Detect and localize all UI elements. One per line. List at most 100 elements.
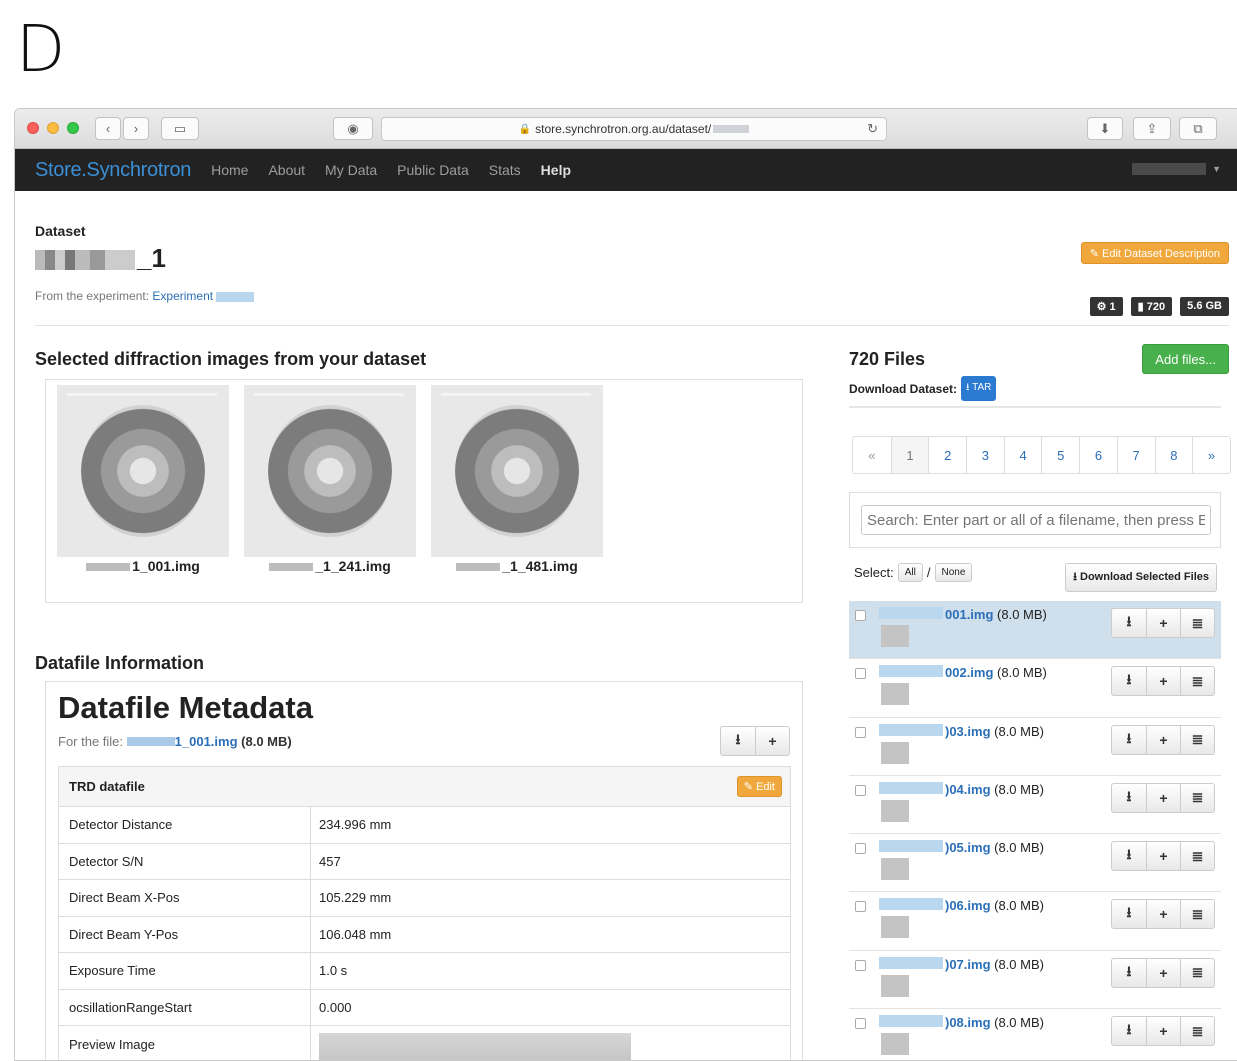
- page-6[interactable]: 6: [1079, 437, 1117, 473]
- file-link[interactable]: )04.img: [945, 782, 991, 797]
- close-window-button[interactable]: [27, 122, 39, 134]
- minimize-window-button[interactable]: [47, 122, 59, 134]
- add-icon[interactable]: +: [1146, 783, 1180, 812]
- page-7[interactable]: 7: [1116, 437, 1155, 473]
- file-checkbox[interactable]: [855, 726, 866, 738]
- list-item[interactable]: )03.img (8.0 MB) ⭳ + ≣: [849, 718, 1221, 776]
- list-icon[interactable]: ≣: [1180, 609, 1214, 637]
- site-brand[interactable]: Store.Synchrotron: [35, 159, 191, 182]
- forward-button[interactable]: ›: [123, 117, 149, 140]
- downloads-button[interactable]: ⬇: [1087, 117, 1123, 140]
- list-icon[interactable]: ≣: [1180, 842, 1214, 871]
- add-icon[interactable]: +: [755, 727, 789, 755]
- file-link[interactable]: )03.img: [945, 724, 991, 739]
- list-icon[interactable]: ≣: [1180, 958, 1214, 987]
- page-1[interactable]: 1: [890, 437, 929, 473]
- download-icon[interactable]: ⭳: [721, 727, 755, 755]
- privacy-button[interactable]: ◉: [333, 117, 373, 140]
- nav-stats[interactable]: Stats: [489, 162, 521, 178]
- nav-about[interactable]: About: [268, 162, 305, 178]
- list-icon[interactable]: ≣: [1180, 1017, 1214, 1046]
- download-icon[interactable]: ⭳: [1112, 900, 1146, 928]
- row-key: Detector S/N: [59, 843, 311, 879]
- file-search-input[interactable]: [861, 505, 1211, 535]
- file-checkbox[interactable]: [855, 843, 866, 855]
- add-icon[interactable]: +: [1146, 958, 1180, 987]
- diffraction-image-2[interactable]: [244, 385, 416, 557]
- diffraction-image-1[interactable]: [57, 385, 229, 557]
- list-item[interactable]: )06.img (8.0 MB) ⭳ + ≣: [849, 892, 1221, 951]
- nav-home[interactable]: Home: [211, 162, 248, 178]
- file-checkbox[interactable]: [855, 901, 866, 913]
- nav-my-data[interactable]: My Data: [325, 162, 377, 178]
- image-caption-text: _1_481.img: [502, 558, 578, 574]
- select-all-button[interactable]: All: [897, 563, 923, 582]
- file-checkbox[interactable]: [855, 610, 866, 621]
- page-5[interactable]: 5: [1041, 437, 1079, 473]
- share-button[interactable]: ⇪: [1133, 117, 1171, 140]
- download-icon[interactable]: ⭳: [1112, 609, 1146, 637]
- page-2[interactable]: 2: [928, 437, 966, 473]
- tabs-button[interactable]: ⧉: [1179, 117, 1217, 140]
- add-icon[interactable]: +: [1146, 900, 1180, 929]
- file-checkbox[interactable]: [855, 959, 866, 971]
- file-link[interactable]: )06.img: [945, 898, 991, 913]
- download-icon[interactable]: ⭳: [1112, 959, 1146, 987]
- nav-help[interactable]: Help: [541, 162, 571, 178]
- reload-icon[interactable]: ↻: [867, 121, 878, 137]
- file-link[interactable]: )08.img: [945, 1015, 991, 1030]
- download-selected-button[interactable]: ⭳ Download Selected Files: [1065, 563, 1217, 592]
- download-tar-button[interactable]: ⭳ TAR: [961, 376, 997, 401]
- file-size: (8.0 MB): [997, 607, 1047, 622]
- experiment-link[interactable]: Experiment: [152, 289, 213, 303]
- download-icon[interactable]: ⭳: [1112, 667, 1146, 695]
- page-3[interactable]: 3: [966, 437, 1004, 473]
- file-link[interactable]: )05.img: [945, 840, 991, 855]
- diffraction-image-3[interactable]: [431, 385, 603, 557]
- user-menu[interactable]: ▼: [1132, 163, 1221, 175]
- file-checkbox[interactable]: [855, 668, 866, 680]
- download-icon[interactable]: ⭳: [1112, 1017, 1146, 1045]
- page-next[interactable]: »: [1192, 437, 1230, 473]
- list-item[interactable]: )04.img (8.0 MB) ⭳ + ≣: [849, 776, 1221, 835]
- list-item[interactable]: )05.img (8.0 MB) ⭳ + ≣: [849, 834, 1221, 893]
- page-4[interactable]: 4: [1003, 437, 1042, 473]
- add-icon[interactable]: +: [1146, 609, 1180, 637]
- page-prev[interactable]: «: [853, 437, 891, 473]
- add-icon[interactable]: +: [1146, 1017, 1180, 1046]
- list-icon[interactable]: ≣: [1180, 667, 1214, 696]
- download-icon[interactable]: ⭳: [1112, 842, 1146, 870]
- page-8[interactable]: 8: [1154, 437, 1193, 473]
- file-link[interactable]: )07.img: [945, 957, 991, 972]
- select-none-button[interactable]: None: [934, 563, 973, 582]
- list-item[interactable]: )07.img (8.0 MB) ⭳ + ≣: [849, 951, 1221, 1010]
- sidebar-button[interactable]: ▭: [161, 117, 199, 140]
- list-icon[interactable]: ≣: [1180, 783, 1214, 812]
- nav-public-data[interactable]: Public Data: [397, 162, 469, 178]
- list-item[interactable]: 002.img (8.0 MB) ⭳ + ≣: [849, 659, 1221, 718]
- add-icon[interactable]: +: [1146, 667, 1180, 696]
- file-link[interactable]: 002.img: [945, 665, 993, 680]
- edit-metadata-button[interactable]: ✎ Edit: [736, 776, 782, 797]
- download-icon[interactable]: ⭳: [1112, 726, 1146, 754]
- add-icon[interactable]: +: [1146, 842, 1180, 871]
- file-link[interactable]: 001.img: [945, 607, 993, 622]
- file-checkbox[interactable]: [855, 1018, 866, 1030]
- add-icon[interactable]: +: [1146, 725, 1180, 754]
- metadata-file-link[interactable]: 1_001.img: [175, 734, 238, 749]
- list-item[interactable]: 001.img (8.0 MB) ⭳ + ≣: [849, 601, 1221, 660]
- list-icon[interactable]: ≣: [1180, 900, 1214, 929]
- row-key: Direct Beam X-Pos: [59, 880, 311, 916]
- download-icon[interactable]: ⭳: [1112, 784, 1146, 812]
- edit-dataset-description-button[interactable]: ✎ Edit Dataset Description: [1080, 242, 1229, 264]
- list-icon[interactable]: ≣: [1180, 725, 1214, 754]
- back-button[interactable]: ‹: [95, 117, 121, 140]
- list-item[interactable]: )08.img (8.0 MB) ⭳ + ≣: [849, 1009, 1221, 1060]
- zoom-window-button[interactable]: [67, 122, 79, 134]
- beam-line: [441, 393, 591, 396]
- file-checkbox[interactable]: [855, 784, 866, 796]
- preview-image[interactable]: [319, 1033, 631, 1060]
- row-key: Preview Image: [59, 1026, 311, 1060]
- add-files-button[interactable]: Add files...: [1142, 344, 1229, 374]
- address-bar[interactable]: 🔒 store.synchrotron.org.au/dataset/ ↻: [381, 117, 887, 141]
